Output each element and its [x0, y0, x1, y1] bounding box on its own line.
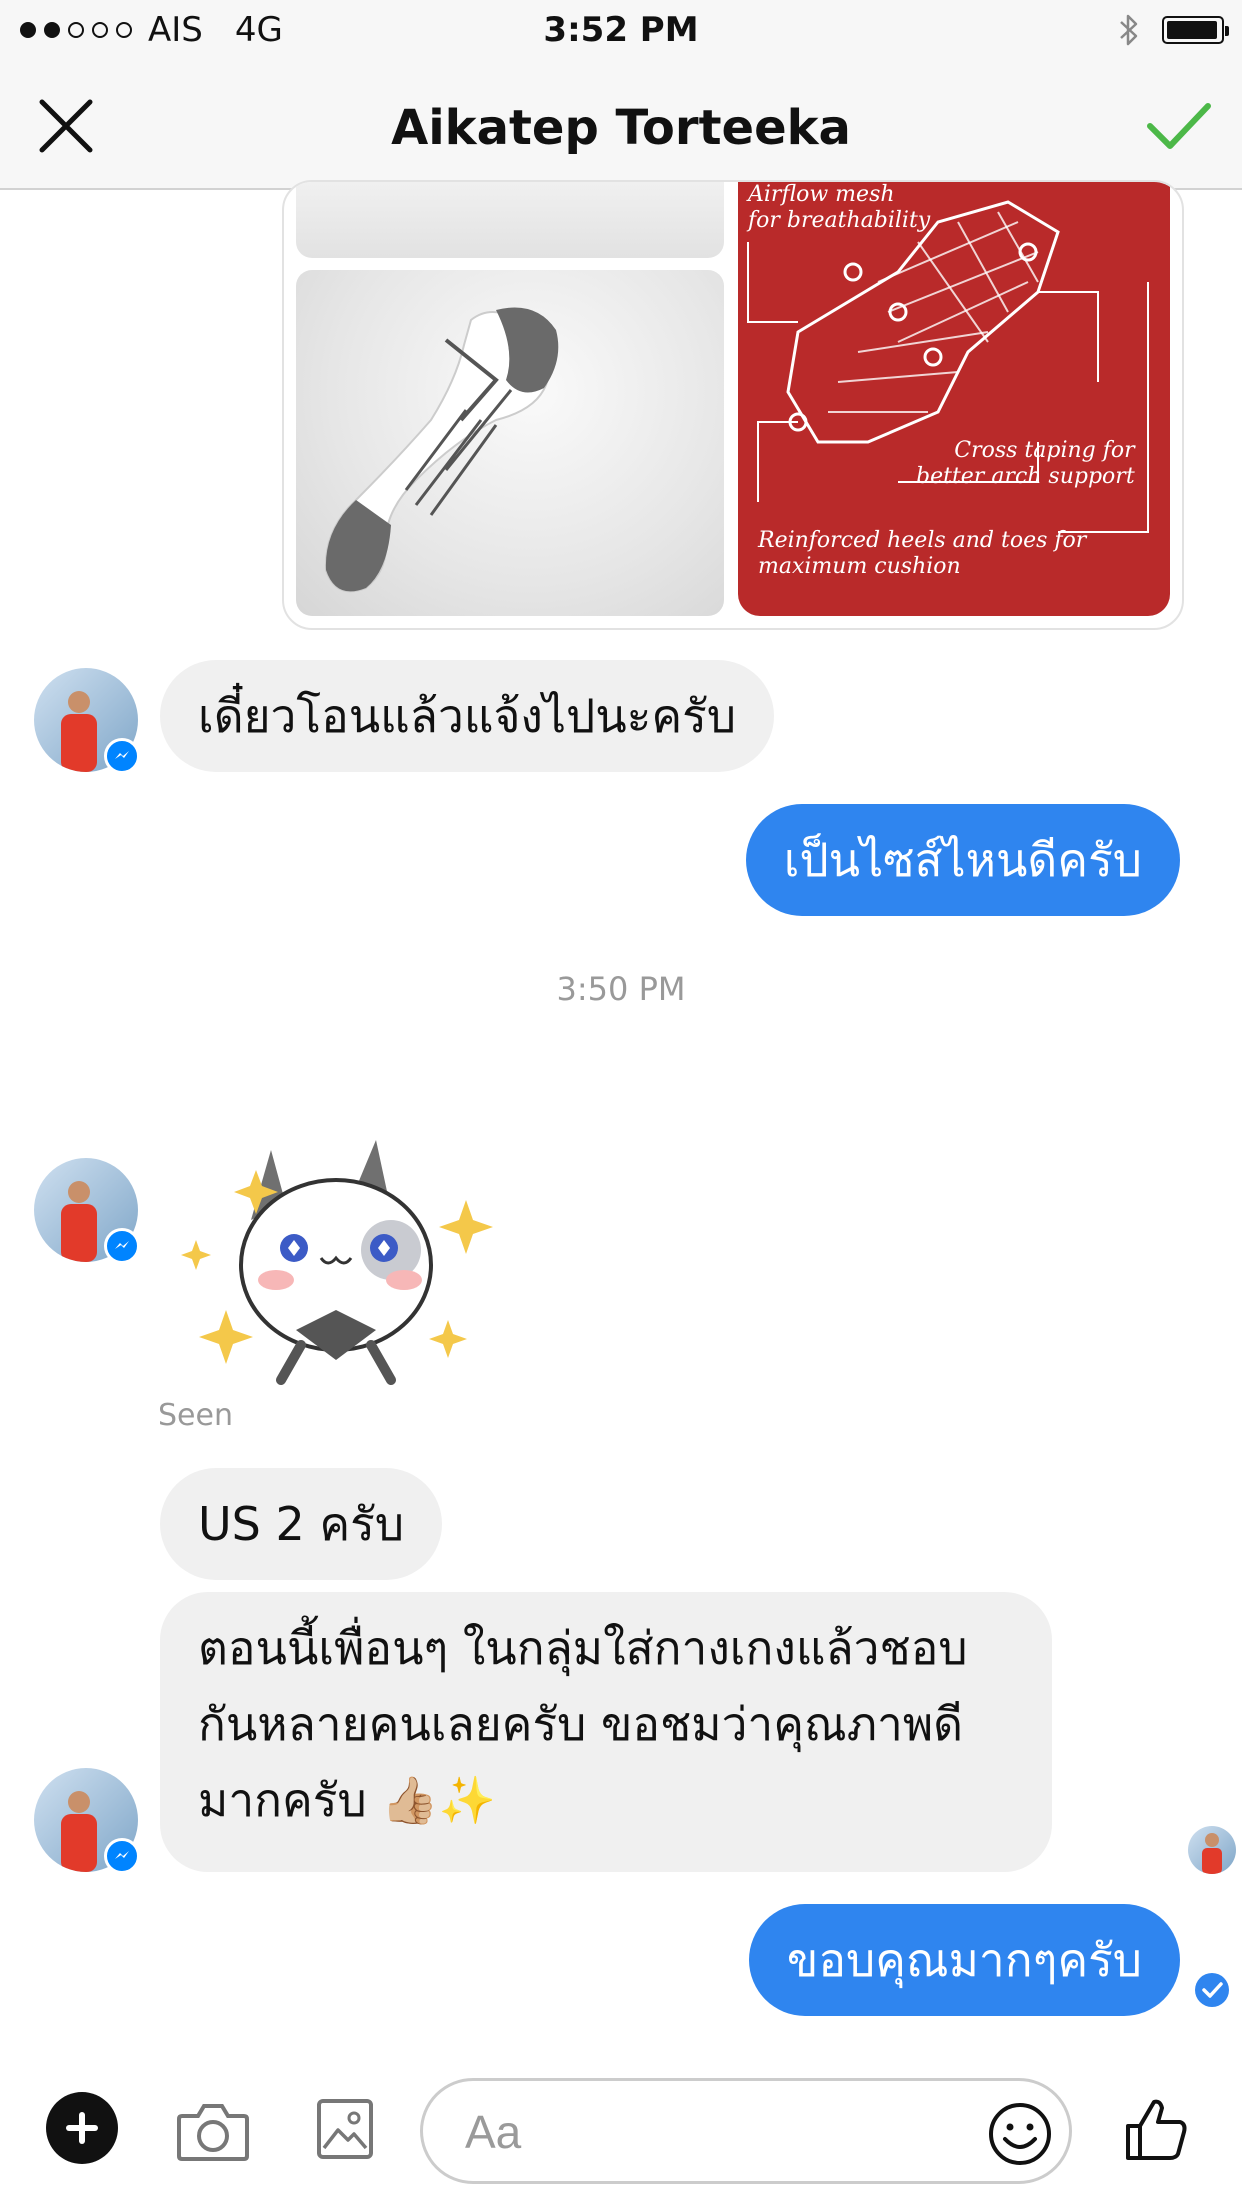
message-bubble-incoming[interactable]: เดี๋ยวโอนแล้วแจ้งไปนะครับ — [160, 660, 775, 772]
cat-sticker[interactable] — [176, 1130, 506, 1400]
product-image-attachment[interactable]: Airflow mesh for breathability Cross tap… — [282, 180, 1184, 630]
sock-feature-diagram[interactable]: Airflow mesh for breathability Cross tap… — [738, 182, 1170, 616]
messenger-bolt-icon — [115, 1241, 129, 1249]
person-photo — [61, 691, 97, 772]
diagram-label-reinforced: Reinforced heels and toes for maximum cu… — [758, 528, 1087, 579]
seen-label: Seen — [158, 1398, 233, 1433]
product-photo-top[interactable] — [296, 182, 724, 258]
battery-icon — [1162, 16, 1229, 44]
status-bar: AIS 4G 3:52 PM — [0, 0, 1242, 62]
message-input[interactable] — [463, 2101, 967, 2163]
sock-photo[interactable] — [296, 270, 724, 616]
messenger-bolt-icon — [115, 751, 129, 759]
messenger-bolt-icon — [115, 1851, 129, 1859]
thumbs-up-icon[interactable] — [1124, 2096, 1190, 2162]
diagram-label-airflow: Airflow mesh for breathability — [748, 182, 931, 233]
person-photo — [61, 1181, 97, 1262]
message-composer — [0, 2060, 1242, 2208]
person-photo — [61, 1791, 97, 1872]
conversation-header: Aikatep Torteeka — [0, 62, 1242, 190]
image-icon[interactable] — [316, 2098, 374, 2160]
message-bubble-outgoing[interactable]: ขอบคุณมากๆครับ — [748, 1904, 1180, 2016]
message-line: ตอนนี้เพื่อนๆ ในกลุ่มใส่กางเกงแล้วชอบ — [198, 1621, 968, 1675]
messenger-badge-icon — [104, 1228, 140, 1264]
delivered-check-icon — [1195, 1973, 1229, 2007]
messenger-badge-icon — [104, 738, 140, 774]
message-bubble-incoming[interactable]: ตอนนี้เพื่อนๆ ในกลุ่มใส่กางเกงแล้วชอบ กั… — [160, 1592, 1052, 1872]
message-bubble-incoming[interactable]: US 2 ครับ — [160, 1468, 443, 1580]
message-input-container[interactable] — [420, 2078, 1072, 2184]
diagram-label-cross-taping: Cross taping for better arch support — [916, 438, 1135, 489]
message-bubble-outgoing[interactable]: เป็นไซส์ไหนดีครับ — [745, 804, 1180, 916]
status-bar-right — [1118, 12, 1229, 48]
read-receipt-avatar — [1188, 1826, 1236, 1874]
person-photo — [1202, 1833, 1222, 1874]
page-title: Aikatep Torteeka — [391, 100, 851, 156]
checkmark-icon[interactable] — [1144, 96, 1214, 156]
messenger-badge-icon — [104, 1838, 140, 1874]
status-time: 3:52 PM — [543, 10, 699, 50]
emoji-icon[interactable] — [987, 2101, 1053, 2167]
message-line: มากครับ 👍🏼✨ — [198, 1773, 496, 1827]
message-timestamp: 3:50 PM — [556, 970, 686, 1008]
plus-icon[interactable] — [46, 2092, 118, 2164]
sock-illustration — [324, 307, 559, 593]
bluetooth-icon — [1120, 14, 1138, 46]
message-line: กันหลายคนเลยครับ ขอชมว่าคุณภาพดี — [198, 1697, 964, 1751]
camera-icon[interactable] — [176, 2100, 250, 2162]
